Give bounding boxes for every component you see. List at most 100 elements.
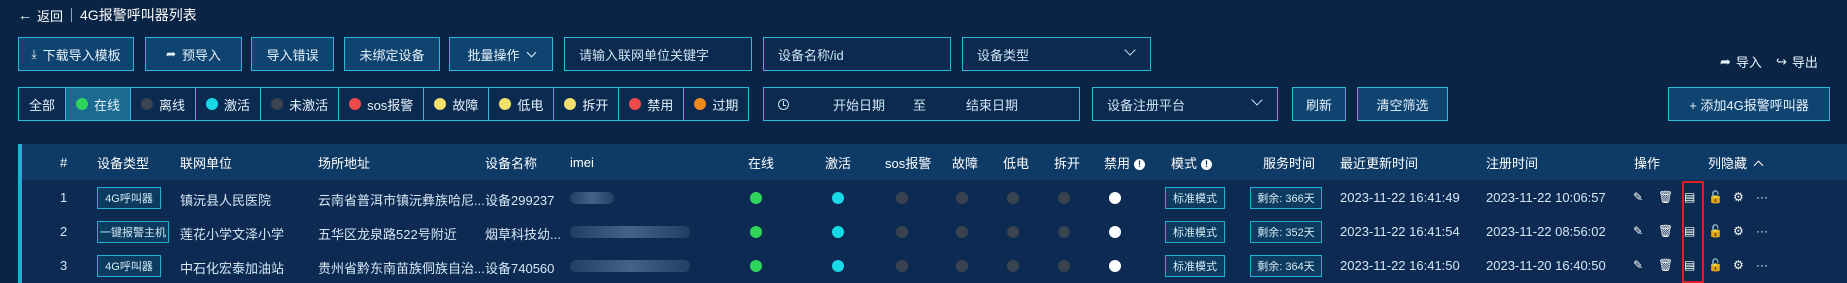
- arrow-left-icon: ←: [18, 7, 32, 23]
- platform-placeholder: 设备注册平台: [1107, 97, 1186, 113]
- date-range-picker[interactable]: 开始日期 至 结束日期: [763, 87, 1080, 121]
- add-device-button[interactable]: + 添加4G报警呼叫器: [1668, 87, 1830, 121]
- header-sos: sos报警: [885, 155, 932, 171]
- delete-icon[interactable]: 🗑: [1658, 190, 1673, 204]
- export-link[interactable]: ↪ 导出: [1776, 52, 1818, 71]
- import-link[interactable]: ➦ 导入: [1720, 52, 1762, 71]
- filter-inactive[interactable]: 未激活: [261, 88, 340, 120]
- add-device-label: + 添加4G报警呼叫器: [1689, 97, 1809, 113]
- row-index: 2: [60, 224, 68, 239]
- refresh-button[interactable]: 刷新: [1292, 87, 1346, 121]
- filter-active[interactable]: 激活: [196, 88, 262, 120]
- clear-filters-button[interactable]: 清空筛选: [1357, 87, 1448, 121]
- unbound-device-button[interactable]: 未绑定设备: [344, 37, 440, 71]
- device-name-cell: 设备299237: [485, 193, 555, 208]
- filter-label: 在线: [94, 97, 121, 113]
- filter-online[interactable]: 在线: [66, 88, 132, 120]
- settings-icon[interactable]: ⚙: [1733, 258, 1744, 272]
- filter-label: 全部: [29, 97, 56, 113]
- more-icon[interactable]: ···: [1756, 258, 1768, 272]
- unlock-icon[interactable]: 🔓: [1708, 224, 1723, 238]
- filter-label: 拆开: [582, 97, 609, 113]
- status-disabled-dot: [1109, 192, 1121, 204]
- delete-icon[interactable]: 🗑: [1658, 224, 1673, 238]
- filter-label: 激活: [224, 97, 251, 113]
- filter-opened[interactable]: 拆开: [554, 88, 620, 120]
- hide-columns-toggle[interactable]: 列隐藏: [1708, 153, 1764, 172]
- page-title: 4G报警呼叫器列表: [80, 7, 197, 23]
- header-divider: [71, 8, 73, 22]
- status-active-dot: [832, 226, 844, 238]
- share-icon: ➦: [1720, 53, 1731, 69]
- device-type-tag: 一键报警主机: [97, 221, 169, 243]
- status-dot: [434, 98, 447, 110]
- pre-import-label: 预导入: [182, 47, 222, 63]
- more-icon[interactable]: ···: [1756, 190, 1768, 204]
- unlock-icon[interactable]: 🔓: [1708, 190, 1723, 204]
- header-address: 场所地址: [318, 155, 371, 171]
- filter-label: 离线: [159, 97, 186, 113]
- back-button[interactable]: ← 返回: [18, 6, 63, 25]
- status-sos-dot: [896, 260, 908, 272]
- service-time-tag: 剩余: 352天: [1250, 221, 1322, 243]
- updated-time-cell: 2023-11-22 16:41:50: [1340, 258, 1460, 273]
- header-device-name: 设备名称: [485, 155, 538, 171]
- unit-cell: 镇沅县人民医院: [180, 193, 272, 208]
- filter-fault[interactable]: 故障: [424, 88, 490, 120]
- filter-low-battery[interactable]: 低电: [489, 88, 555, 120]
- status-online-dot: [750, 226, 762, 238]
- filter-sos[interactable]: sos报警: [339, 88, 425, 120]
- unit-search-input[interactable]: 请输入联网单位关键字: [564, 37, 752, 71]
- filter-disabled[interactable]: 禁用: [619, 88, 685, 120]
- edit-icon[interactable]: ✎: [1633, 224, 1643, 238]
- header-device-type: 设备类型: [97, 155, 150, 171]
- edit-icon[interactable]: ✎: [1633, 190, 1643, 204]
- header-mode: 模式!: [1171, 153, 1213, 172]
- address-cell: 云南省普洱市镇沅彝族哈尼...: [318, 193, 485, 208]
- import-error-button[interactable]: 导入错误: [251, 37, 334, 71]
- header-active: 激活: [825, 155, 852, 171]
- more-icon[interactable]: ···: [1756, 224, 1768, 238]
- start-date-placeholder: 开始日期: [833, 97, 886, 113]
- status-active-dot: [832, 192, 844, 204]
- settings-icon[interactable]: ⚙: [1733, 190, 1744, 204]
- unit-cell: 莲花小学文泽小学: [180, 227, 285, 242]
- registered-time-cell: 2023-11-22 10:06:57: [1486, 190, 1606, 205]
- settings-icon[interactable]: ⚙: [1733, 224, 1744, 238]
- import-label: 导入: [1735, 55, 1762, 70]
- table-row: 1 4G呼叫器 镇沅县人民医院 云南省普洱市镇沅彝族哈尼... 设备299237 标准模式…: [22, 181, 1847, 215]
- share-icon: ➦: [165, 47, 177, 61]
- status-dot: [694, 98, 707, 110]
- device-search-input[interactable]: 设备名称/id: [763, 37, 951, 71]
- filter-offline[interactable]: 离线: [131, 88, 197, 120]
- device-type-tag: 4G呼叫器: [97, 255, 161, 277]
- status-dot: [206, 98, 219, 110]
- platform-select[interactable]: 设备注册平台: [1092, 87, 1278, 121]
- status-dot: [141, 98, 154, 110]
- export-label: 导出: [1791, 55, 1818, 70]
- device-name-cell: 设备740560: [485, 261, 555, 276]
- unbound-device-label: 未绑定设备: [359, 47, 425, 63]
- delete-icon[interactable]: 🗑: [1658, 258, 1673, 272]
- filter-all[interactable]: 全部: [19, 88, 67, 120]
- status-opened-dot: [1058, 192, 1070, 204]
- header-registered-time: 注册时间: [1486, 155, 1539, 171]
- device-type-placeholder: 设备类型: [977, 47, 1030, 63]
- info-icon[interactable]: !: [1201, 158, 1213, 170]
- download-template-button[interactable]: ⤓ 下载导入模板: [18, 37, 134, 71]
- filter-label: 故障: [452, 97, 479, 113]
- clock-icon: [778, 98, 789, 110]
- filter-expired[interactable]: 过期: [684, 88, 749, 120]
- filter-label: 未激活: [289, 97, 329, 113]
- device-type-select[interactable]: 设备类型: [962, 37, 1151, 71]
- batch-ops-button[interactable]: 批量操作: [449, 37, 553, 71]
- header-disabled: 禁用!: [1104, 153, 1146, 172]
- edit-icon[interactable]: ✎: [1633, 258, 1643, 272]
- chevron-up-icon: [1753, 160, 1764, 170]
- pre-import-button[interactable]: ➦ 预导入: [145, 37, 242, 71]
- status-online-dot: [750, 192, 762, 204]
- batch-ops-label: 批量操作: [467, 47, 520, 63]
- info-icon[interactable]: !: [1134, 158, 1146, 170]
- imei-cell-redacted: [570, 260, 690, 272]
- unlock-icon[interactable]: 🔓: [1708, 258, 1723, 272]
